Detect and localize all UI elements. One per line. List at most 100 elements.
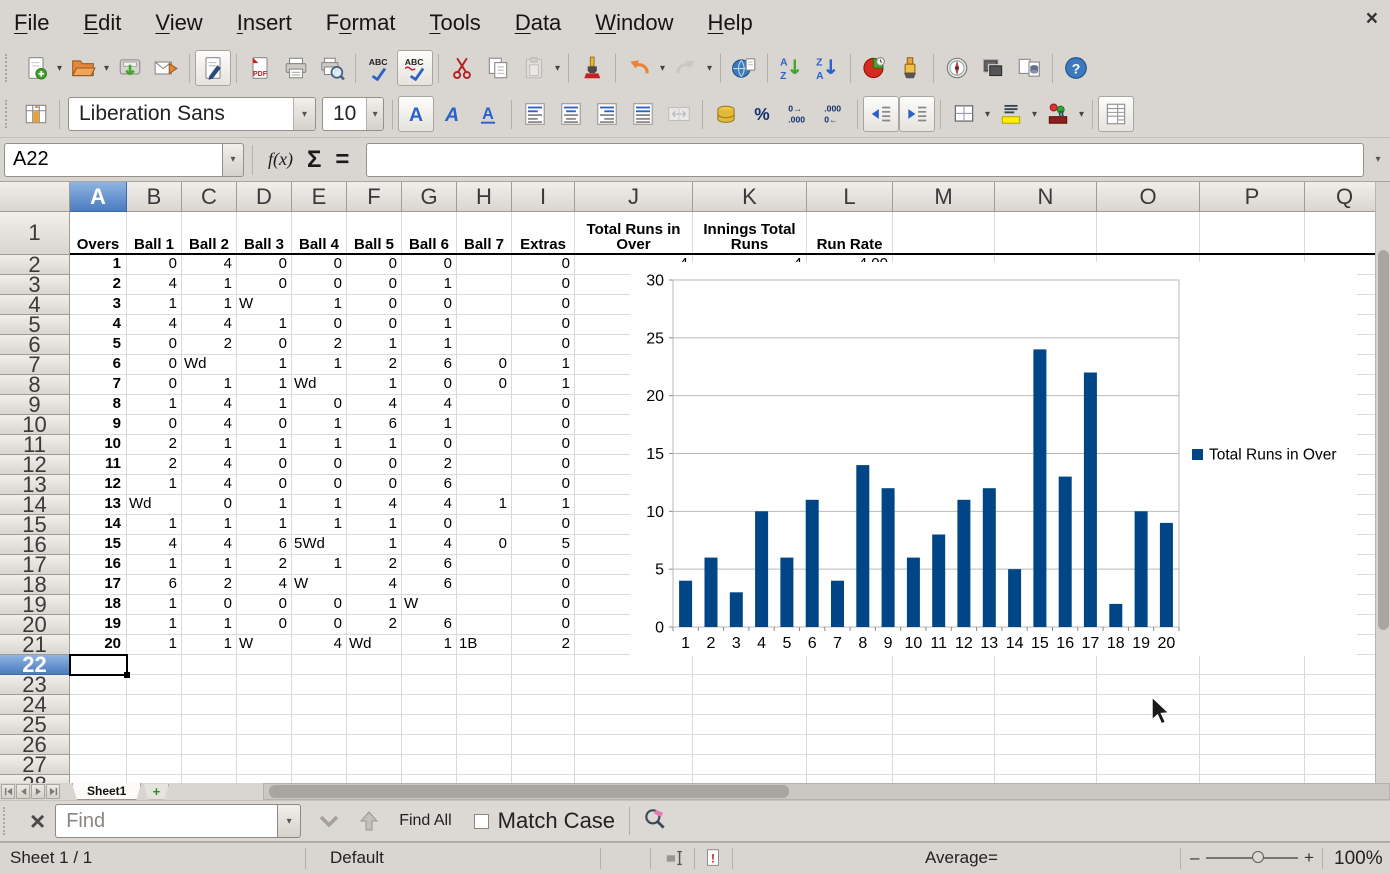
- cut-button[interactable]: [444, 50, 480, 86]
- column-header-J[interactable]: J: [575, 182, 693, 212]
- cell-F15[interactable]: 1: [347, 515, 402, 535]
- menu-tools[interactable]: Tools: [429, 10, 480, 36]
- cell-B10[interactable]: 0: [127, 415, 182, 435]
- cell-B23[interactable]: [127, 675, 182, 695]
- cell-G4[interactable]: 0: [402, 295, 457, 315]
- cell-P22[interactable]: [1200, 655, 1305, 675]
- cell-F18[interactable]: 4: [347, 575, 402, 595]
- align-center-button[interactable]: [553, 96, 589, 132]
- horizontal-scrollbar[interactable]: [263, 783, 1390, 800]
- cell-D6[interactable]: 0: [237, 335, 292, 355]
- cell-G1[interactable]: Ball 6: [402, 212, 457, 255]
- font-size-combo[interactable]: 10▾: [322, 97, 384, 131]
- cell-F24[interactable]: [347, 695, 402, 715]
- cell-C4[interactable]: 1: [182, 295, 237, 315]
- cell-F16[interactable]: 1: [347, 535, 402, 555]
- column-header-M[interactable]: M: [893, 182, 995, 212]
- cell-O1[interactable]: [1097, 212, 1200, 255]
- last-sheet-button[interactable]: [46, 784, 60, 799]
- add-decimal-button[interactable]: 0→.000: [780, 96, 816, 132]
- cell-A16[interactable]: 15: [70, 535, 127, 555]
- first-sheet-button[interactable]: [1, 784, 15, 799]
- new-document-dropdown-icon[interactable]: ▾: [54, 63, 65, 74]
- cell-C9[interactable]: 4: [182, 395, 237, 415]
- menu-insert[interactable]: Insert: [237, 10, 292, 36]
- cell-E28[interactable]: [292, 775, 347, 783]
- cell-P25[interactable]: [1200, 715, 1305, 735]
- cell-D1[interactable]: Ball 3: [237, 212, 292, 255]
- cell-A14[interactable]: 13: [70, 495, 127, 515]
- cell-I11[interactable]: 0: [512, 435, 575, 455]
- cell-G12[interactable]: 2: [402, 455, 457, 475]
- cell-E27[interactable]: [292, 755, 347, 775]
- cell-J28[interactable]: [575, 775, 693, 783]
- vertical-scrollbar[interactable]: [1375, 182, 1390, 783]
- cell-D13[interactable]: 0: [237, 475, 292, 495]
- cell-I5[interactable]: 0: [512, 315, 575, 335]
- cell-H22[interactable]: [457, 655, 512, 675]
- cell-K25[interactable]: [693, 715, 807, 735]
- format-table-button[interactable]: [18, 96, 54, 132]
- cell-Q28[interactable]: [1305, 775, 1385, 783]
- cell-A24[interactable]: [70, 695, 127, 715]
- cell-C24[interactable]: [182, 695, 237, 715]
- conditional-formatting-button[interactable]: a: [1040, 96, 1076, 132]
- cell-Q26[interactable]: [1305, 735, 1385, 755]
- cell-G21[interactable]: 1: [402, 635, 457, 655]
- new-document-button[interactable]: [18, 50, 54, 86]
- cell-N1[interactable]: [995, 212, 1097, 255]
- cell-E13[interactable]: 0: [292, 475, 347, 495]
- sheet-corner[interactable]: [0, 182, 70, 212]
- column-header-P[interactable]: P: [1200, 182, 1305, 212]
- function-wizard-icon[interactable]: f(x): [268, 149, 293, 170]
- cell-H11[interactable]: [457, 435, 512, 455]
- cell-K22[interactable]: [693, 655, 807, 675]
- cell-C8[interactable]: 1: [182, 375, 237, 395]
- cell-D9[interactable]: 1: [237, 395, 292, 415]
- menu-data[interactable]: Data: [515, 10, 561, 36]
- cell-F19[interactable]: 1: [347, 595, 402, 615]
- cell-G23[interactable]: [402, 675, 457, 695]
- previous-sheet-button[interactable]: [16, 784, 30, 799]
- cell-B9[interactable]: 1: [127, 395, 182, 415]
- cell-G11[interactable]: 0: [402, 435, 457, 455]
- match-case-checkbox[interactable]: [474, 814, 489, 829]
- vertical-scrollbar-thumb[interactable]: [1378, 250, 1389, 630]
- cell-D25[interactable]: [237, 715, 292, 735]
- cell-H1[interactable]: Ball 7: [457, 212, 512, 255]
- cell-A20[interactable]: 19: [70, 615, 127, 635]
- insert-chart-button[interactable]: [856, 50, 892, 86]
- cell-G10[interactable]: 1: [402, 415, 457, 435]
- conditional-formatting-dropdown-icon[interactable]: ▾: [1076, 109, 1087, 120]
- cell-J27[interactable]: [575, 755, 693, 775]
- cell-D20[interactable]: 0: [237, 615, 292, 635]
- menu-file[interactable]: File: [14, 10, 49, 36]
- cell-D16[interactable]: 6: [237, 535, 292, 555]
- cell-H10[interactable]: [457, 415, 512, 435]
- cell-B13[interactable]: 1: [127, 475, 182, 495]
- cell-B26[interactable]: [127, 735, 182, 755]
- cell-A12[interactable]: 11: [70, 455, 127, 475]
- cell-A18[interactable]: 17: [70, 575, 127, 595]
- cell-D4[interactable]: W: [237, 295, 292, 315]
- cell-Q1[interactable]: [1305, 212, 1385, 255]
- zoom-in-icon[interactable]: +: [1304, 848, 1314, 868]
- paste-dropdown-icon[interactable]: ▾: [552, 63, 563, 74]
- column-header-E[interactable]: E: [292, 182, 347, 212]
- cell-G25[interactable]: [402, 715, 457, 735]
- equals-icon[interactable]: =: [335, 146, 349, 174]
- cell-O28[interactable]: [1097, 775, 1200, 783]
- cell-A4[interactable]: 3: [70, 295, 127, 315]
- cell-B3[interactable]: 4: [127, 275, 182, 295]
- cell-J22[interactable]: [575, 655, 693, 675]
- cell-C21[interactable]: 1: [182, 635, 237, 655]
- cell-I3[interactable]: 0: [512, 275, 575, 295]
- cell-G18[interactable]: 6: [402, 575, 457, 595]
- cell-B19[interactable]: 1: [127, 595, 182, 615]
- cell-F6[interactable]: 1: [347, 335, 402, 355]
- cell-F9[interactable]: 4: [347, 395, 402, 415]
- cell-I15[interactable]: 0: [512, 515, 575, 535]
- cell-D21[interactable]: W: [237, 635, 292, 655]
- cell-I8[interactable]: 1: [512, 375, 575, 395]
- cell-B2[interactable]: 0: [127, 255, 182, 275]
